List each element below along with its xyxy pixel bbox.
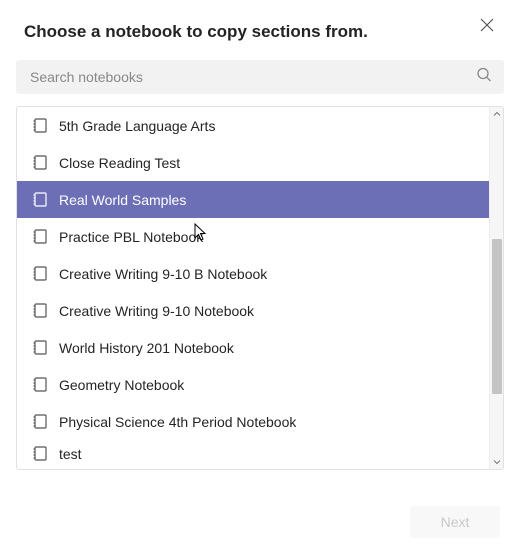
scroll-down-button[interactable] xyxy=(490,455,504,469)
notebook-item-label: Practice PBL Notebook xyxy=(59,229,203,245)
notebook-list-item[interactable]: World History 201 Notebook xyxy=(17,329,503,366)
notebook-item-label: 5th Grade Language Arts xyxy=(59,118,215,134)
notebook-icon xyxy=(33,446,47,461)
notebook-item-label: Physical Science 4th Period Notebook xyxy=(59,414,296,430)
notebook-item-label: Creative Writing 9-10 B Notebook xyxy=(59,266,267,282)
notebook-list-item[interactable]: Practice PBL Notebook xyxy=(17,218,503,255)
notebook-list-item[interactable]: 5th Grade Language Arts xyxy=(17,107,503,144)
notebook-list-item[interactable]: Creative Writing 9-10 Notebook xyxy=(17,292,503,329)
notebook-item-label: Creative Writing 9-10 Notebook xyxy=(59,303,254,319)
chevron-down-icon xyxy=(493,458,501,466)
scroll-up-button[interactable] xyxy=(490,107,504,121)
dialog-title: Choose a notebook to copy sections from. xyxy=(24,22,368,42)
dialog-header: Choose a notebook to copy sections from. xyxy=(0,0,520,42)
scrollbar-thumb[interactable] xyxy=(492,239,502,394)
copy-sections-dialog: Choose a notebook to copy sections from.… xyxy=(0,0,520,552)
next-button[interactable]: Next xyxy=(410,506,500,538)
chevron-up-icon xyxy=(493,110,501,118)
notebook-icon xyxy=(33,266,47,281)
notebook-item-label: World History 201 Notebook xyxy=(59,340,234,356)
notebook-list-item[interactable]: Physical Science 4th Period Notebook xyxy=(17,403,503,440)
notebook-icon xyxy=(33,229,47,244)
notebook-icon xyxy=(33,192,47,207)
dialog-footer: Next xyxy=(410,506,500,538)
close-button[interactable] xyxy=(478,16,496,34)
close-icon xyxy=(480,18,494,32)
search-input[interactable] xyxy=(16,60,504,94)
notebook-icon xyxy=(33,155,47,170)
notebook-item-label: Close Reading Test xyxy=(59,155,180,171)
notebook-item-label: test xyxy=(59,446,82,462)
search-container xyxy=(16,60,504,94)
notebook-list-item[interactable]: Real World Samples xyxy=(17,181,503,218)
notebook-icon xyxy=(33,414,47,429)
notebook-icon xyxy=(33,377,47,392)
notebook-list-container: 5th Grade Language Arts Close Reading Tes… xyxy=(16,106,504,470)
notebook-item-label: Real World Samples xyxy=(59,192,186,208)
notebook-list-item[interactable]: Close Reading Test xyxy=(17,144,503,181)
notebook-list-item[interactable]: test xyxy=(17,440,503,468)
notebook-item-label: Geometry Notebook xyxy=(59,377,184,393)
notebook-list-item[interactable]: Creative Writing 9-10 B Notebook xyxy=(17,255,503,292)
notebook-icon xyxy=(33,340,47,355)
notebook-icon xyxy=(33,303,47,318)
notebook-list[interactable]: 5th Grade Language Arts Close Reading Tes… xyxy=(17,107,503,469)
notebook-icon xyxy=(33,118,47,133)
scrollbar-track[interactable] xyxy=(489,107,503,469)
notebook-list-item[interactable]: Geometry Notebook xyxy=(17,366,503,403)
